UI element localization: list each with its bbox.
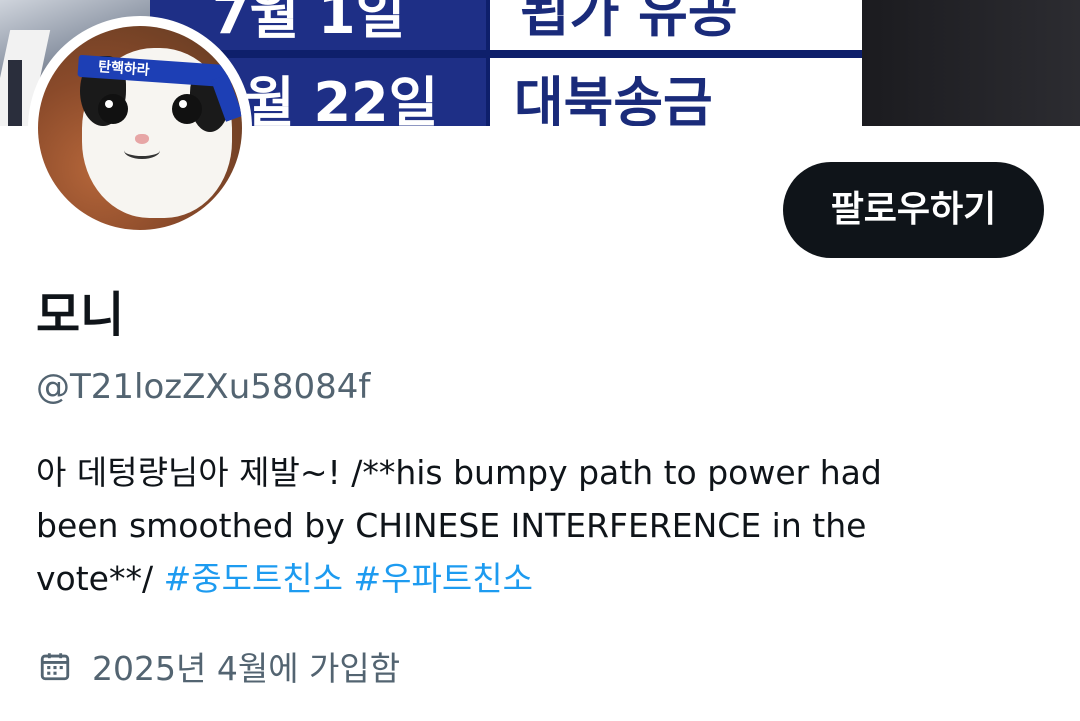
bio-line-3: vote**/ #중도트친소 #우파트친소 [36,552,1036,605]
calendar-icon [40,653,70,681]
headband-text: 탄핵하라 [97,59,151,79]
banner-row1-text: 됩가 유공 [490,0,862,50]
banner-timeline-table: 7월 1일 됩가 유공 월 22일 대북송금 [150,0,862,126]
profile-page: 7월 1일 됩가 유공 월 22일 대북송금 탄핵하라 팔로우하기 모니 @T2… [0,0,1080,721]
hashtag-link-1[interactable]: #중도트친소 [164,559,343,598]
banner-dark-background [862,0,1080,126]
display-name: 모니 [36,287,125,343]
joined-date: 2025년 4월에 가입함 [38,640,400,692]
bio-line-1: 아 데텅량님아 제발~! /**his bumpy path to power … [36,453,882,492]
follow-button[interactable]: 팔로우하기 [783,162,1044,258]
user-handle: @T21lozZXu58084f [36,367,371,407]
cat-mouth [124,142,160,159]
cat-right-eye [172,94,202,124]
banner-tie [8,60,22,126]
hashtag-link-2[interactable]: #우파트친소 [354,559,533,598]
bio-line-2: been smoothed by CHINESE INTERFERENCE in… [36,506,867,545]
joined-date-text: 2025년 4월에 가입함 [92,649,401,688]
bio-line-3-text: vote**/ [36,559,164,598]
profile-bio: 아 데텅량님아 제발~! /**his bumpy path to power … [36,446,1036,605]
avatar[interactable]: 탄핵하라 [28,16,252,240]
avatar-cat-photo: 탄핵하라 [38,26,242,230]
cat-left-eye [98,94,128,124]
banner-row2-text: 대북송금 [490,58,862,126]
